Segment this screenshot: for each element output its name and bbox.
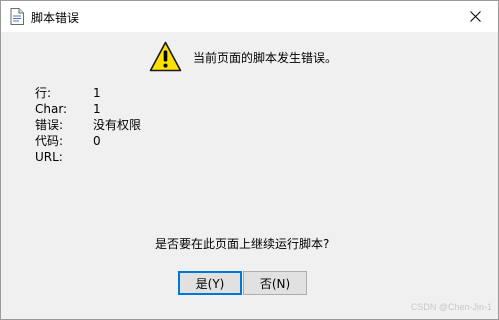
close-icon [470,11,481,22]
window-title: 脚本错误 [31,11,80,25]
continue-question: 是否要在此页面上继续运行脚本? [155,237,330,251]
warning-icon [149,41,182,72]
script-error-dialog: 脚本错误 当前页面的脚本发生错误。 行: 1 Char: 1 错误: 没有权限 … [0,0,499,320]
detail-value: 没有权限 [93,118,142,132]
document-icon [10,8,24,25]
detail-label: 错误: [35,118,64,132]
detail-label: URL: [35,150,63,164]
no-button[interactable]: 否(N) [243,271,307,295]
yes-button[interactable]: 是(Y) [178,271,242,295]
detail-value: 0 [93,134,101,148]
close-button[interactable] [453,1,498,32]
detail-label: Char: [35,102,68,116]
watermark: CSDN @Chen-Jin-1 [410,302,492,312]
detail-value: 1 [93,86,101,100]
detail-label: 代码: [35,134,64,148]
error-message: 当前页面的脚本发生错误。 [193,51,338,65]
detail-value: 1 [93,102,101,116]
title-bar[interactable]: 脚本错误 [1,1,498,32]
detail-label: 行: [35,86,52,100]
